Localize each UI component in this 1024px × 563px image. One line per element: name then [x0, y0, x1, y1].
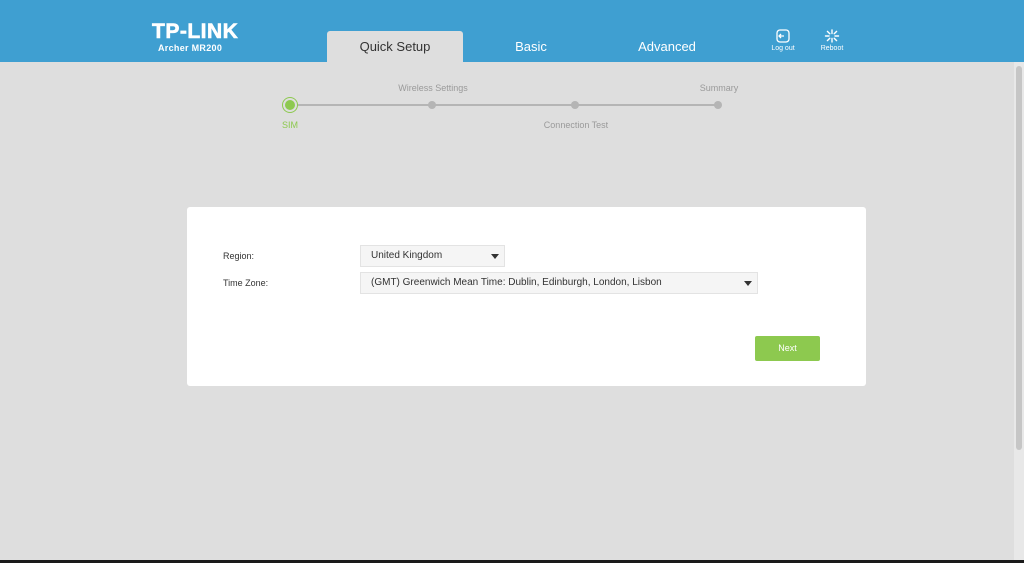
tab-quick-setup[interactable]: Quick Setup — [327, 31, 463, 62]
logout-label: Log out — [771, 45, 795, 52]
brand-logo: TP-LINK — [152, 20, 239, 44]
region-select[interactable]: United Kingdom — [360, 245, 505, 267]
setup-card: Region: United Kingdom Time Zone: (GMT) … — [187, 207, 866, 386]
header-bar: TP-LINK Archer MR200 Quick Setup Basic A… — [0, 0, 1024, 62]
timezone-value: (GMT) Greenwich Mean Time: Dublin, Edinb… — [371, 277, 662, 288]
scrollbar[interactable] — [1014, 62, 1024, 560]
reboot-icon — [824, 29, 840, 43]
step-dot-wireless — [428, 101, 436, 109]
chevron-down-icon — [491, 254, 499, 259]
scroll-thumb[interactable] — [1016, 66, 1022, 450]
reboot-label: Reboot — [820, 45, 844, 52]
step-dot-sim — [285, 100, 295, 110]
region-value: United Kingdom — [371, 250, 443, 261]
next-button[interactable]: Next — [755, 336, 820, 361]
region-label: Region: — [223, 251, 255, 261]
setup-progress: SIM Wireless Settings Connection Test Su… — [0, 80, 1024, 140]
step-dot-summary — [714, 101, 722, 109]
step-label-wireless: Wireless Settings — [398, 83, 468, 93]
chevron-down-icon — [744, 281, 752, 286]
timezone-select[interactable]: (GMT) Greenwich Mean Time: Dublin, Edinb… — [360, 272, 758, 294]
brand: TP-LINK Archer MR200 — [152, 20, 238, 53]
logout-icon — [776, 29, 790, 43]
step-label-connection: Connection Test — [543, 120, 609, 130]
page: TP-LINK Archer MR200 Quick Setup Basic A… — [0, 0, 1024, 560]
brand-model: Archer MR200 — [158, 43, 223, 53]
step-label-summary: Summary — [699, 83, 739, 93]
step-dot-connection — [571, 101, 579, 109]
tab-advanced[interactable]: Advanced — [605, 31, 729, 62]
logout-button[interactable]: Log out — [763, 29, 803, 52]
tab-basic[interactable]: Basic — [477, 31, 585, 62]
reboot-button[interactable]: Reboot — [812, 29, 852, 52]
step-label-sim: SIM — [281, 120, 299, 130]
timezone-label: Time Zone: — [223, 278, 269, 288]
progress-line — [290, 104, 718, 106]
